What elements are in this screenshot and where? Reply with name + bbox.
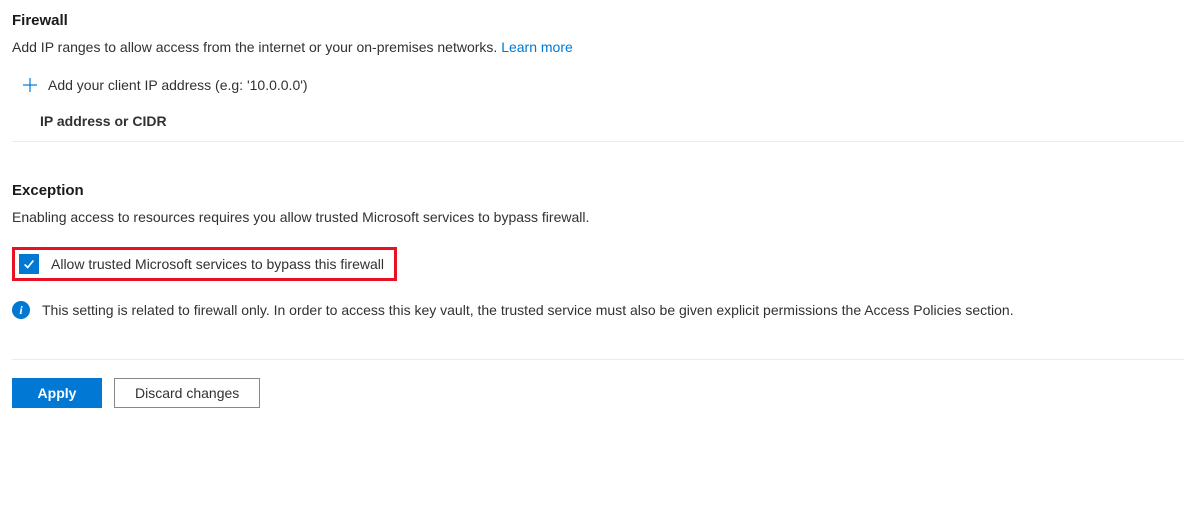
apply-button[interactable]: Apply <box>12 378 102 408</box>
info-text: This setting is related to firewall only… <box>42 302 1014 318</box>
button-bar: Apply Discard changes <box>12 359 1184 408</box>
firewall-title: Firewall <box>12 12 1184 29</box>
exception-title: Exception <box>12 182 1184 199</box>
exception-description: Enabling access to resources requires yo… <box>12 209 1184 225</box>
info-message: i This setting is related to firewall on… <box>12 301 1184 319</box>
discard-button[interactable]: Discard changes <box>114 378 260 408</box>
firewall-section: Firewall Add IP ranges to allow access f… <box>12 12 1184 142</box>
checkbox-label: Allow trusted Microsoft services to bypa… <box>51 256 384 272</box>
ip-table-header: IP address or CIDR <box>12 103 1184 142</box>
highlighted-checkbox-container: Allow trusted Microsoft services to bypa… <box>12 247 397 281</box>
plus-icon <box>22 77 38 93</box>
checkbox-checked-icon <box>19 254 39 274</box>
add-client-ip-button[interactable]: Add your client IP address (e.g: '10.0.0… <box>12 69 1184 103</box>
firewall-description-text: Add IP ranges to allow access from the i… <box>12 39 501 55</box>
info-icon: i <box>12 301 30 319</box>
learn-more-link[interactable]: Learn more <box>501 39 573 55</box>
exception-section: Exception Enabling access to resources r… <box>12 182 1184 319</box>
allow-trusted-services-checkbox[interactable]: Allow trusted Microsoft services to bypa… <box>19 254 384 274</box>
add-client-ip-label: Add your client IP address (e.g: '10.0.0… <box>48 77 308 93</box>
firewall-description: Add IP ranges to allow access from the i… <box>12 39 1184 55</box>
